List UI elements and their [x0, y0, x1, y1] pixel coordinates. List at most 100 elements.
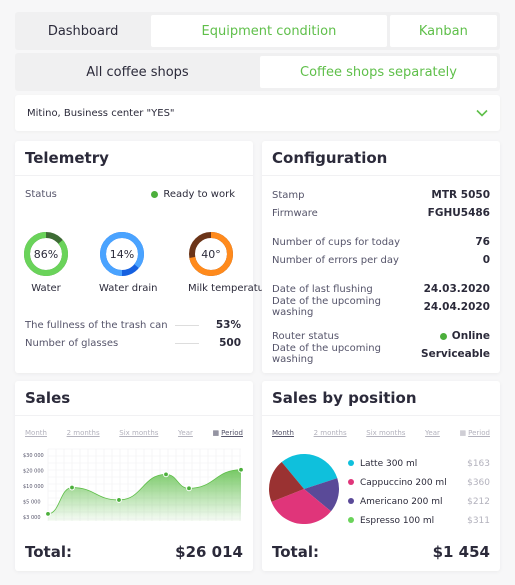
period-six-months[interactable]: Six months: [119, 429, 158, 437]
sales-period-tabs: Month 2 months Six months Year ▦ Period: [25, 429, 243, 437]
tab-coffee-shops-separately[interactable]: Coffee shops separately: [260, 56, 497, 88]
telemetry-metrics: The fullness of the trash can 53% Number…: [25, 316, 241, 352]
main-nav: Dashboard Equipment condition Kanban: [15, 12, 500, 50]
config-label: Firmware: [272, 207, 318, 219]
divider: [175, 324, 199, 326]
legend-value: $311: [467, 515, 490, 526]
legend-swatch-icon: [348, 478, 354, 485]
configuration-title: Configuration: [262, 141, 500, 176]
tab-equipment-condition[interactable]: Equipment condition: [151, 15, 387, 47]
config-value: MTR 5050: [431, 189, 490, 201]
configuration-card: Configuration Stamp MTR 5050 Firmware FGHU…: [262, 141, 500, 373]
tab-kanban[interactable]: Kanban: [389, 15, 497, 47]
legend-value: $163: [467, 458, 490, 469]
period-custom[interactable]: ▦ Period: [213, 429, 243, 437]
legend-label: Cappuccino 200 ml: [360, 477, 447, 488]
legend-label: Espresso 100 ml: [360, 515, 435, 526]
data-point[interactable]: [116, 497, 122, 503]
telemetry-title: Telemetry: [15, 141, 253, 176]
legend-swatch-icon: [348, 516, 354, 523]
config-value: 0: [482, 254, 490, 266]
telemetry-card: Telemetry Status Ready to work 86% Water…: [15, 141, 275, 373]
config-label: Date of the upcoming washing: [272, 296, 381, 318]
status-value: Ready to work: [163, 189, 235, 200]
gauge-water-drain: 14% Water drain: [99, 231, 158, 294]
sales-area-chart: $30 000 $20 000 $10 000 $5 000 $3 000: [23, 448, 244, 521]
position-period-tabs: Month 2 months Six months Year ▦ Period: [272, 429, 490, 437]
period-month[interactable]: Month: [25, 429, 47, 437]
period-month[interactable]: Month: [272, 429, 294, 437]
period-custom-label: Period: [468, 429, 490, 437]
period-2-months[interactable]: 2 months: [314, 429, 347, 437]
data-point[interactable]: [69, 484, 75, 491]
config-label: Number of cups for today: [272, 236, 401, 248]
legend-value: $212: [467, 496, 490, 507]
sales-by-position-title: Sales by position: [262, 381, 500, 416]
calendar-icon: ▦: [459, 429, 467, 437]
shop-scope-toggle: All coffee shops Coffee shops separately: [15, 53, 500, 91]
status-badge: Ready to work: [151, 189, 235, 200]
metric-value: 500: [219, 337, 241, 349]
gauges: 86% Water 14% Water drain 40° Milk tempe…: [15, 231, 275, 301]
location-select[interactable]: Mitino, Business center "YES": [15, 95, 500, 131]
config-value: 76: [475, 236, 490, 248]
y-tick-label: $5 000: [23, 500, 41, 506]
legend-value: $360: [467, 477, 490, 488]
gauge-label: Water drain: [99, 283, 158, 294]
period-custom[interactable]: ▦ Period: [460, 429, 490, 437]
config-row-stamp: Stamp MTR 5050: [272, 186, 490, 204]
chevron-down-icon: [476, 109, 488, 117]
metric-row: The fullness of the trash can 53%: [25, 316, 241, 334]
y-tick-label: $20 000: [23, 469, 44, 475]
position-total: Total: $1 454: [272, 543, 490, 561]
gauge-label: Milk temperature: [188, 283, 275, 294]
sales-title: Sales: [15, 381, 253, 416]
config-value: 24.04.2020: [423, 301, 490, 313]
tab-dashboard[interactable]: Dashboard: [18, 15, 148, 47]
period-year[interactable]: Year: [425, 429, 440, 437]
config-label: Router status: [272, 330, 340, 342]
metric-label: Number of glasses: [25, 337, 119, 349]
period-2-months[interactable]: 2 months: [67, 429, 100, 437]
gauge-value: 40°: [201, 247, 221, 261]
pie-legend: Latte 300 ml $163 Cappuccino 200 ml $360 A…: [348, 454, 490, 530]
period-custom-label: Period: [221, 429, 243, 437]
data-point[interactable]: [238, 466, 244, 473]
data-point[interactable]: [163, 471, 169, 478]
status-row: Status Ready to work: [25, 189, 235, 200]
location-select-value: Mitino, Business center "YES": [27, 107, 175, 119]
config-row-firmware: Firmware FGHU5486: [272, 204, 490, 222]
gauge-value: 86%: [33, 247, 59, 261]
legend-swatch-icon: [348, 459, 354, 466]
data-point[interactable]: [45, 511, 51, 517]
config-label: Number of errors per day: [272, 254, 399, 266]
metric-label: The fullness of the trash can: [25, 319, 168, 331]
gauge-water: 86% Water: [23, 231, 69, 294]
total-value: $26 014: [175, 543, 243, 561]
config-label: Date of the upcoming washing: [272, 343, 381, 365]
sales-area: [48, 469, 241, 521]
period-year[interactable]: Year: [178, 429, 193, 437]
total-label: Total:: [272, 543, 319, 561]
status-label: Status: [25, 189, 57, 200]
config-label: Stamp: [272, 189, 305, 201]
tab-all-coffee-shops[interactable]: All coffee shops: [18, 56, 257, 88]
period-six-months[interactable]: Six months: [366, 429, 405, 437]
config-label: Date of last flushing: [272, 283, 373, 295]
legend-item: Americano 200 ml $212: [348, 492, 490, 511]
total-value: $1 454: [432, 543, 490, 561]
config-row-errors: Number of errors per day 0: [272, 251, 490, 269]
gauge-milk-temperature: 40° Milk temperature: [188, 231, 275, 294]
metric-value: 53%: [215, 319, 241, 331]
sales-by-position-card: Sales by position Month 2 months Six mon…: [262, 381, 500, 571]
sales-card: Sales Month 2 months Six months Year ▦ Pe…: [15, 381, 253, 571]
y-tick-label: $3 000: [23, 515, 41, 521]
sales-total: Total: $26 014: [25, 543, 243, 561]
router-status-badge: Online: [439, 330, 490, 342]
legend-swatch-icon: [348, 497, 354, 504]
total-label: Total:: [25, 543, 72, 561]
calendar-icon: ▦: [212, 429, 220, 437]
config-row-serviceable: Date of the upcoming washing Serviceable: [272, 343, 490, 365]
legend-item: Cappuccino 200 ml $360: [348, 473, 490, 492]
data-point[interactable]: [186, 485, 192, 492]
